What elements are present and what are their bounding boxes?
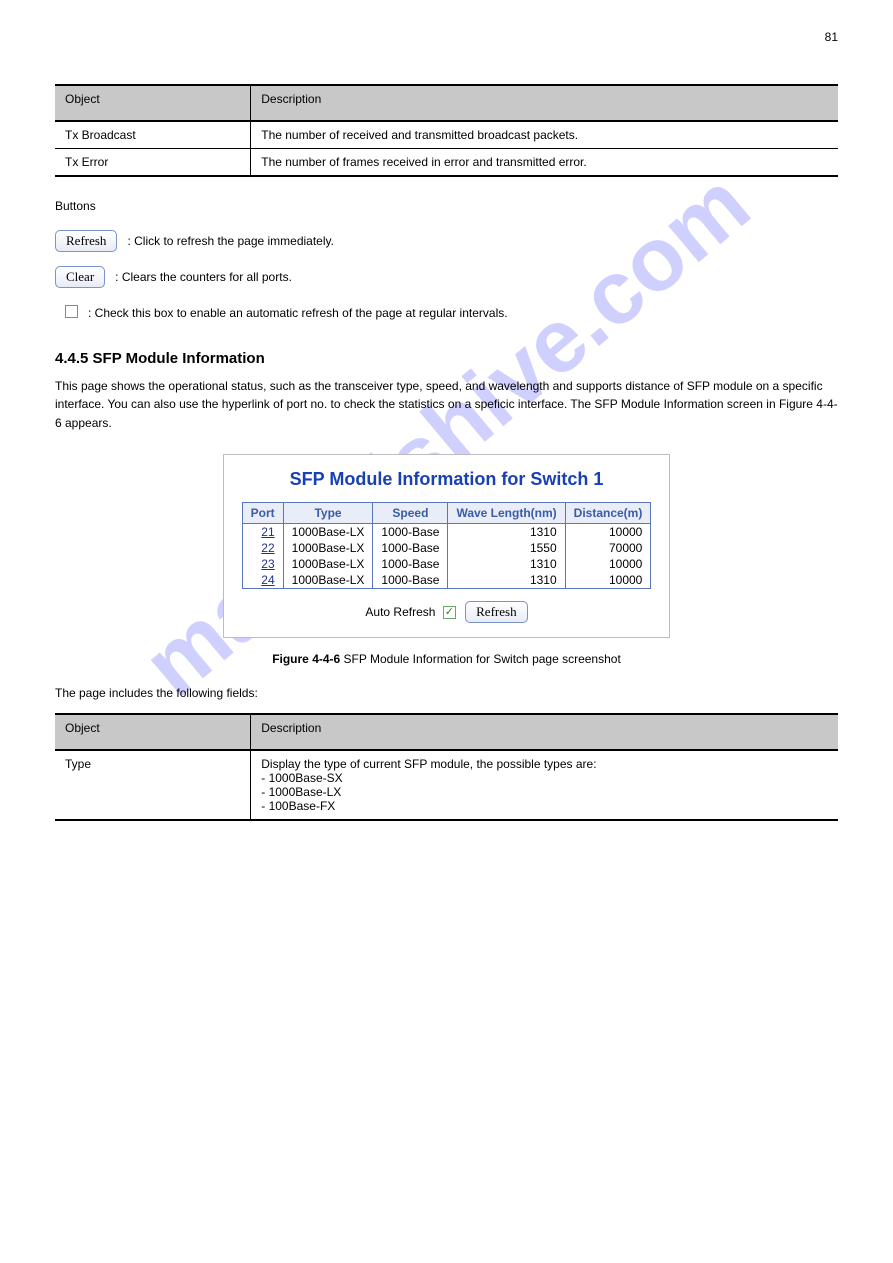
cell-wave: 1550 xyxy=(448,540,565,556)
clear-button[interactable]: Clear xyxy=(55,266,105,288)
refresh-button[interactable]: Refresh xyxy=(55,230,117,252)
cell-speed: 1000-Base xyxy=(373,556,448,572)
auto-refresh-desc: : Check this box to enable an automatic … xyxy=(88,304,508,322)
cell-dist: 10000 xyxy=(565,556,651,572)
auto-refresh-checkbox[interactable]: ✓ xyxy=(443,606,456,619)
object-description-table-top: Object Description Tx Broadcast The numb… xyxy=(55,84,838,177)
row-type-desc: Display the type of current SFP module, … xyxy=(251,750,838,820)
row-tx-broadcast-desc: The number of received and transmitted b… xyxy=(251,121,838,149)
port-link[interactable]: 21 xyxy=(261,525,274,539)
table-row: 24 1000Base-LX 1000-Base 1310 10000 xyxy=(242,572,651,589)
figure-caption-bold: Figure 4-4-6 xyxy=(272,652,340,666)
auto-refresh-label: Auto Refresh xyxy=(365,605,435,619)
module-refresh-button[interactable]: Refresh xyxy=(465,601,527,623)
port-link[interactable]: 23 xyxy=(261,557,274,571)
cell-dist: 10000 xyxy=(565,524,651,541)
col-dist: Distance(m) xyxy=(565,503,651,524)
cell-wave: 1310 xyxy=(448,556,565,572)
fields-intro: The page includes the following fields: xyxy=(55,684,838,703)
cell-type: 1000Base-LX xyxy=(283,556,373,572)
section-paragraph: This page shows the operational status, … xyxy=(55,377,838,433)
object-description-table-bottom: Object Description Type Display the type… xyxy=(55,713,838,821)
table2-header-description: Description xyxy=(251,714,838,750)
table-header-object: Object xyxy=(55,85,251,121)
buttons-intro: Buttons xyxy=(55,197,838,216)
port-link[interactable]: 22 xyxy=(261,541,274,555)
table-header-description: Description xyxy=(251,85,838,121)
sfp-module-panel: SFP Module Information for Switch 1 Port… xyxy=(223,454,671,638)
sfp-module-table: Port Type Speed Wave Length(nm) Distance… xyxy=(242,502,652,589)
table-row: 21 1000Base-LX 1000-Base 1310 10000 xyxy=(242,524,651,541)
col-type: Type xyxy=(283,503,373,524)
row-tx-broadcast-label: Tx Broadcast xyxy=(55,121,251,149)
table-row: 23 1000Base-LX 1000-Base 1310 10000 xyxy=(242,556,651,572)
col-wave: Wave Length(nm) xyxy=(448,503,565,524)
table-row: 22 1000Base-LX 1000-Base 1550 70000 xyxy=(242,540,651,556)
cell-speed: 1000-Base xyxy=(373,524,448,541)
row-tx-error-label: Tx Error xyxy=(55,149,251,177)
row-type-label: Type xyxy=(55,750,251,820)
page-number: 81 xyxy=(55,30,838,84)
section-heading: 4.4.5 SFP Module Information xyxy=(55,350,838,367)
refresh-desc: : Click to refresh the page immediately. xyxy=(127,234,334,248)
cell-type: 1000Base-LX xyxy=(283,524,373,541)
auto-refresh-checkbox-icon[interactable] xyxy=(65,305,78,318)
cell-dist: 70000 xyxy=(565,540,651,556)
col-port: Port xyxy=(242,503,283,524)
clear-desc: : Clears the counters for all ports. xyxy=(115,270,292,284)
cell-dist: 10000 xyxy=(565,572,651,589)
cell-wave: 1310 xyxy=(448,572,565,589)
table2-header-object: Object xyxy=(55,714,251,750)
port-link[interactable]: 24 xyxy=(261,573,274,587)
cell-type: 1000Base-LX xyxy=(283,540,373,556)
cell-speed: 1000-Base xyxy=(373,572,448,589)
cell-type: 1000Base-LX xyxy=(283,572,373,589)
sfp-module-title: SFP Module Information for Switch 1 xyxy=(242,469,652,490)
cell-wave: 1310 xyxy=(448,524,565,541)
row-tx-error-desc: The number of frames received in error a… xyxy=(251,149,838,177)
figure-caption: Figure 4-4-6 SFP Module Information for … xyxy=(55,652,838,666)
figure-caption-rest: SFP Module Information for Switch page s… xyxy=(340,652,621,666)
col-speed: Speed xyxy=(373,503,448,524)
cell-speed: 1000-Base xyxy=(373,540,448,556)
